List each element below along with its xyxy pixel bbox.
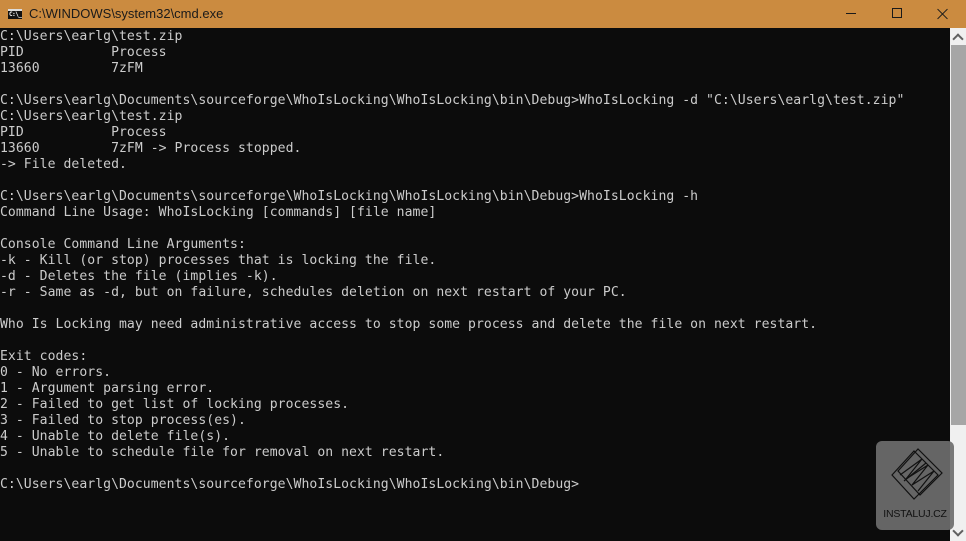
window-title: C:\WINDOWS\system32\cmd.exe	[29, 6, 224, 21]
maximize-icon	[892, 8, 902, 18]
close-button[interactable]	[920, 0, 966, 28]
console-line: 3 - Failed to stop process(es).	[0, 413, 246, 428]
console-line: 0 - No errors.	[0, 365, 112, 380]
app-icon-label: C:\_	[9, 11, 22, 18]
minimize-button[interactable]	[828, 0, 874, 28]
close-icon	[937, 8, 949, 20]
cmd-app-icon[interactable]: C:\_	[8, 9, 22, 19]
console-line: -r - Same as -d, but on failure, schedul…	[0, 285, 627, 300]
minimize-icon	[846, 13, 856, 14]
console-line: PID Process	[0, 125, 167, 140]
console-line: PID Process	[0, 45, 167, 60]
console-line: Who Is Locking may need administrative a…	[0, 317, 818, 332]
console-line: -> File deleted.	[0, 157, 127, 172]
console-line: C:\Users\earlg\Documents\sourceforge\Who…	[0, 93, 905, 108]
maximize-button[interactable]	[874, 0, 920, 28]
console-line: 5 - Unable to schedule file for removal …	[0, 445, 445, 460]
console-line: 4 - Unable to delete file(s).	[0, 429, 231, 444]
console-line: -k - Kill (or stop) processes that is lo…	[0, 253, 437, 268]
console-line: 2 - Failed to get list of locking proces…	[0, 397, 350, 412]
scroll-thumb[interactable]	[951, 45, 966, 425]
console-line: Console Command Line Arguments:	[0, 237, 246, 252]
console-line: 13660 7zFM -> Process stopped.	[0, 141, 302, 156]
chevron-up-icon	[952, 33, 964, 45]
console-line: C:\Users\earlg\test.zip	[0, 29, 183, 44]
console-line: C:\Users\earlg\Documents\sourceforge\Who…	[0, 477, 580, 492]
console-line: C:\Users\earlg\Documents\sourceforge\Who…	[0, 189, 699, 204]
console-line: Exit codes:	[0, 349, 88, 364]
console-line: 13660 7zFM	[0, 61, 143, 76]
console-line: 1 - Argument parsing error.	[0, 381, 215, 396]
instaluj-logo-icon	[891, 448, 943, 500]
scroll-up-button[interactable]	[950, 28, 966, 45]
watermark-text: INSTALUJ.CZ	[883, 508, 947, 520]
cmd-window: C:\_ C:\WINDOWS\system32\cmd.exe C:\User…	[0, 0, 966, 541]
instaluj-watermark: INSTALUJ.CZ	[876, 441, 954, 530]
console-output[interactable]: C:\Users\earlg\test.zip PID Process 13660 …	[0, 29, 950, 541]
console-line: Command Line Usage: WhoIsLocking [comman…	[0, 205, 437, 220]
console-line: C:\Users\earlg\test.zip	[0, 109, 183, 124]
console-line: -d - Deletes the file (implies -k).	[0, 269, 278, 284]
title-bar[interactable]: C:\_ C:\WINDOWS\system32\cmd.exe	[0, 0, 966, 28]
chevron-down-icon	[952, 525, 964, 537]
